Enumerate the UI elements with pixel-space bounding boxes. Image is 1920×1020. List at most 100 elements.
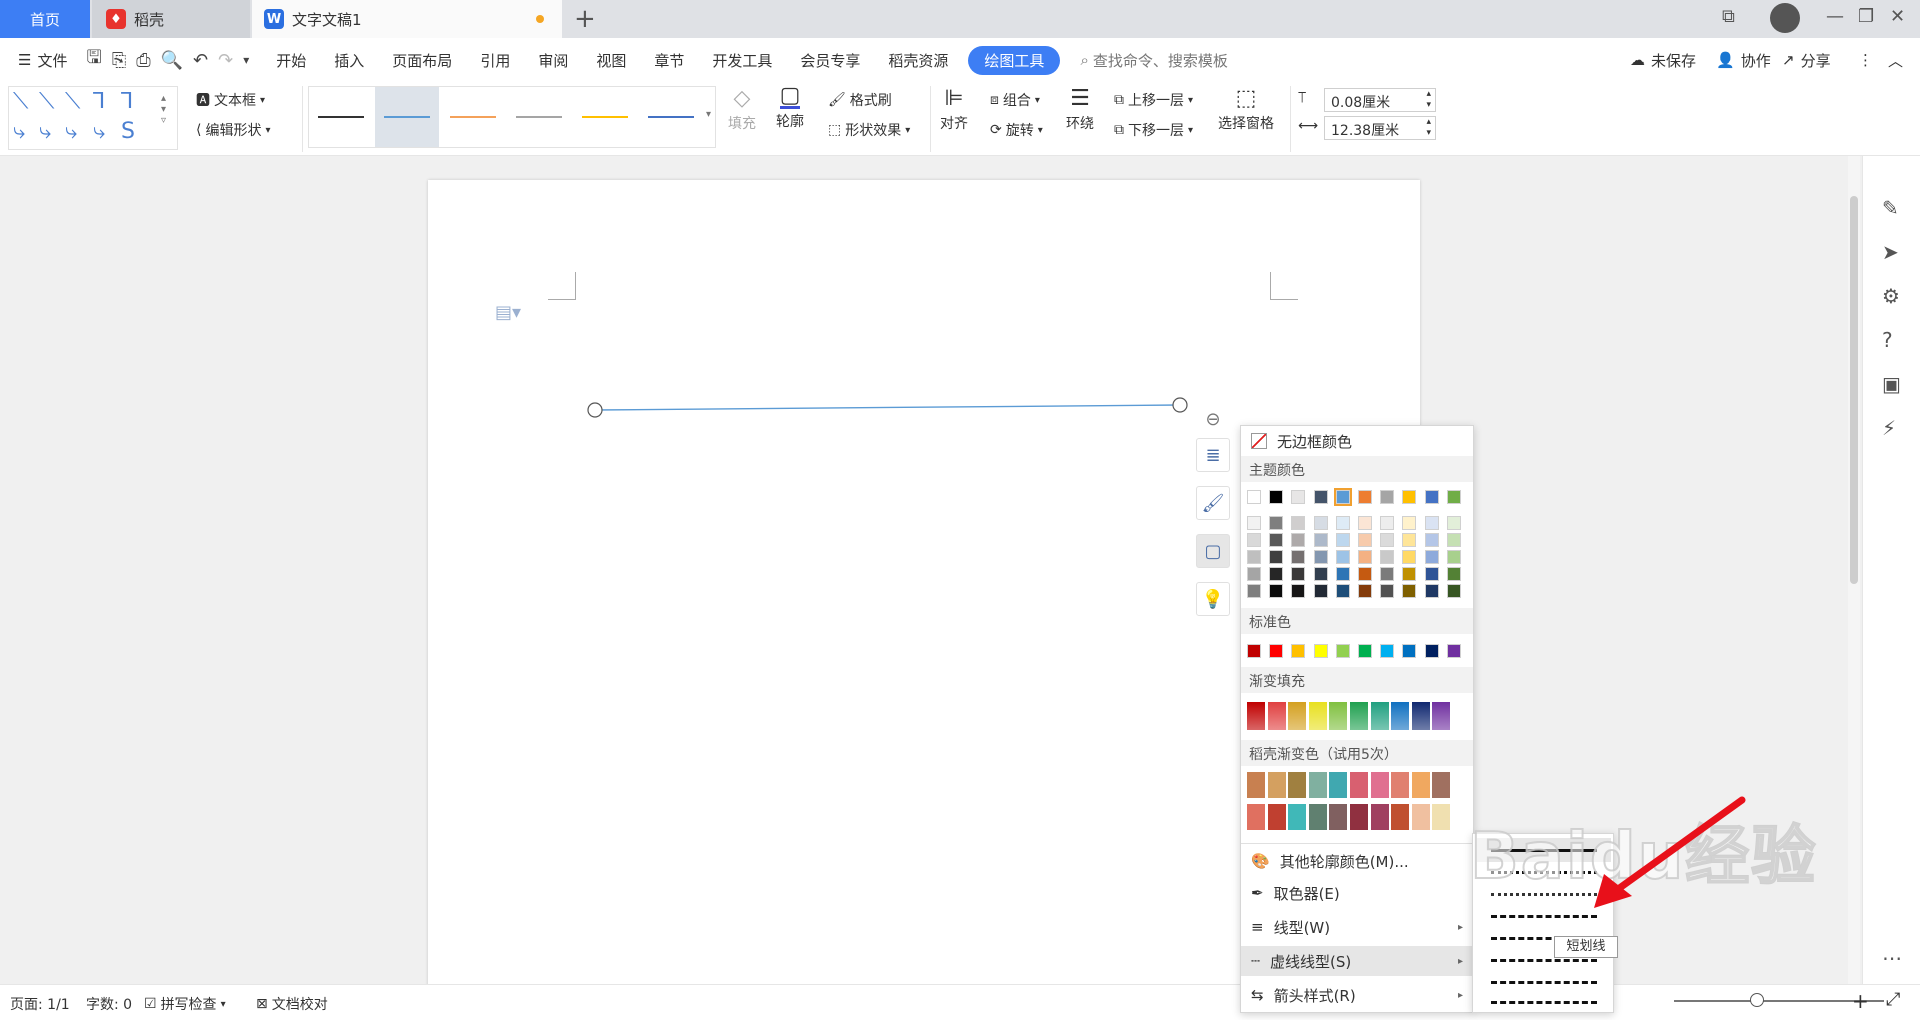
theme-shade-swatch[interactable]	[1313, 584, 1328, 598]
daoke-gradient-swatch[interactable]	[1391, 804, 1410, 830]
theme-shade-swatch[interactable]	[1402, 516, 1417, 530]
edit-shape-button[interactable]: ⟨ 编辑形状 ▾	[196, 120, 271, 140]
theme-shade-swatch[interactable]	[1424, 567, 1439, 581]
theme-shade-swatch[interactable]	[1313, 533, 1328, 547]
daoke-gradient-swatch[interactable]	[1308, 804, 1327, 830]
gradient-fill-swatch[interactable]	[1329, 702, 1348, 730]
line-end-handle[interactable]	[1172, 397, 1188, 413]
elbow-double-arrow-icon[interactable]: ⤷	[13, 119, 25, 144]
collapse-circle-icon[interactable]: ⊖	[1196, 402, 1230, 436]
theme-shade-swatch[interactable]	[1402, 550, 1417, 564]
standard-color-swatch[interactable]	[1313, 644, 1328, 658]
menu-chapter[interactable]: 章节	[640, 50, 698, 71]
standard-color-swatch[interactable]	[1247, 644, 1261, 658]
scrollbar-thumb[interactable]	[1850, 196, 1858, 584]
theme-color-swatch[interactable]	[1269, 490, 1284, 504]
gradient-fill-swatch[interactable]	[1247, 702, 1265, 730]
layout-options-icon[interactable]: ≣	[1196, 438, 1230, 472]
double-arrow-line-icon[interactable]: ⟍	[65, 89, 80, 114]
pen-icon[interactable]: ✎	[1882, 196, 1899, 220]
menu-review[interactable]: 审阅	[524, 50, 582, 71]
freeform-curve-icon[interactable]: S	[121, 119, 135, 144]
theme-shade-swatch[interactable]	[1424, 533, 1439, 547]
command-search[interactable]: ⌕ 查找命令、搜索模板	[1066, 50, 1241, 71]
theme-shade-swatch[interactable]	[1247, 567, 1261, 581]
rotate-button[interactable]: ⟳ 旋转 ▾	[990, 120, 1043, 140]
undo-icon[interactable]: ↶	[188, 50, 213, 71]
theme-shade-swatch[interactable]	[1291, 550, 1306, 564]
elbow-arrow-icon[interactable]: ⅂	[121, 89, 133, 114]
theme-shade-swatch[interactable]	[1380, 550, 1395, 564]
theme-shade-swatch[interactable]	[1335, 550, 1350, 564]
theme-shade-swatch[interactable]	[1358, 584, 1372, 598]
tab-home[interactable]: 首页	[0, 0, 90, 38]
close-icon[interactable]: ✕	[1890, 6, 1905, 27]
print-preview-icon[interactable]: 🔍	[156, 50, 188, 71]
group-button[interactable]: ⧈ 组合 ▾	[990, 90, 1040, 110]
fullscreen-icon[interactable]: ⤢	[1886, 989, 1900, 1010]
standard-color-swatch[interactable]	[1402, 644, 1417, 658]
theme-color-swatch[interactable]	[1446, 490, 1461, 504]
layout-switch-icon[interactable]: ⧉	[1722, 6, 1735, 27]
proofread-button[interactable]: ⊠ 文档校对	[256, 994, 328, 1014]
daoke-gradient-swatch[interactable]	[1247, 804, 1265, 830]
other-outline-colors-item[interactable]: 🎨 其他轮廓颜色(M)...	[1241, 846, 1473, 876]
theme-shade-swatch[interactable]	[1402, 567, 1417, 581]
collab-button[interactable]: 👤 协作	[1716, 38, 1771, 82]
menu-page-layout[interactable]: 页面布局	[378, 50, 466, 71]
theme-shade-swatch[interactable]	[1380, 533, 1395, 547]
export-icon[interactable]: ⎘	[107, 50, 131, 71]
theme-color-swatch[interactable]	[1402, 490, 1417, 504]
line-style-swatch[interactable]	[375, 87, 439, 147]
daoke-gradient-swatch[interactable]	[1432, 772, 1451, 798]
smart-tip-icon[interactable]: 💡	[1196, 582, 1230, 616]
image-tool-icon[interactable]: ▣	[1882, 372, 1901, 396]
theme-shade-swatch[interactable]	[1358, 533, 1372, 547]
bring-forward-button[interactable]: ⧉ 上移一层 ▾	[1114, 90, 1193, 110]
tab-daoke[interactable]: ♦ 稻壳	[92, 0, 250, 38]
lightning-icon[interactable]: ⚡	[1882, 416, 1896, 440]
gradient-fill-swatch[interactable]	[1370, 702, 1389, 730]
theme-shade-swatch[interactable]	[1291, 567, 1306, 581]
shape-height-input[interactable]: 0.08厘米 ▴ ▾	[1324, 88, 1436, 112]
restore-icon[interactable]: ❐	[1858, 6, 1874, 27]
eyedropper-item[interactable]: ✒ 取色器(E)	[1241, 878, 1473, 908]
line-shape[interactable]	[594, 404, 1181, 411]
gallery-expand-icon[interactable]: ▾	[706, 109, 711, 120]
redo-icon[interactable]: ↷	[213, 50, 238, 71]
menu-references[interactable]: 引用	[466, 50, 524, 71]
more-dots-icon[interactable]: ⋯	[1882, 946, 1902, 970]
theme-shade-swatch[interactable]	[1446, 567, 1461, 581]
spinner-icon[interactable]: ▴ ▾	[1426, 117, 1431, 139]
shape-effects-button[interactable]: ⬚ 形状效果 ▾	[828, 120, 910, 140]
theme-shade-swatch[interactable]	[1269, 567, 1284, 581]
daoke-gradient-swatch[interactable]	[1370, 804, 1389, 830]
theme-shade-swatch[interactable]	[1380, 516, 1395, 530]
daoke-gradient-swatch[interactable]	[1288, 772, 1307, 798]
daoke-gradient-swatch[interactable]	[1329, 772, 1348, 798]
line-start-handle[interactable]	[587, 402, 603, 418]
menu-start[interactable]: 开始	[262, 50, 320, 71]
line-style-swatch[interactable]	[309, 87, 373, 147]
theme-shade-swatch[interactable]	[1358, 516, 1372, 530]
share-button[interactable]: ↗ 分享	[1782, 38, 1831, 82]
pointer-icon[interactable]: ➤	[1882, 240, 1899, 264]
daoke-gradient-swatch[interactable]	[1308, 772, 1327, 798]
elbow-connector-icon[interactable]: ⅂	[93, 89, 105, 114]
line-icon[interactable]: ⟍	[13, 89, 28, 114]
selection-pane-button[interactable]: ⬚ 选择窗格	[1218, 86, 1274, 133]
wrap-button[interactable]: ☰ 环绕	[1066, 86, 1094, 133]
gradient-fill-swatch[interactable]	[1350, 702, 1368, 730]
daoke-gradient-swatch[interactable]	[1288, 804, 1307, 830]
gradient-fill-swatch[interactable]	[1308, 702, 1327, 730]
minimize-icon[interactable]: —	[1826, 6, 1844, 27]
daoke-gradient-swatch[interactable]	[1350, 804, 1368, 830]
send-backward-button[interactable]: ⧉ 下移一层 ▾	[1114, 120, 1193, 140]
standard-color-swatch[interactable]	[1358, 644, 1372, 658]
unsaved-button[interactable]: ☁ 未保存	[1630, 38, 1696, 82]
page-indicator[interactable]: 页面: 1/1	[10, 994, 70, 1014]
daoke-gradient-swatch[interactable]	[1411, 772, 1430, 798]
align-button[interactable]: ⊫ 对齐	[940, 86, 968, 133]
theme-shade-swatch[interactable]	[1291, 516, 1306, 530]
gradient-fill-swatch[interactable]	[1432, 702, 1451, 730]
